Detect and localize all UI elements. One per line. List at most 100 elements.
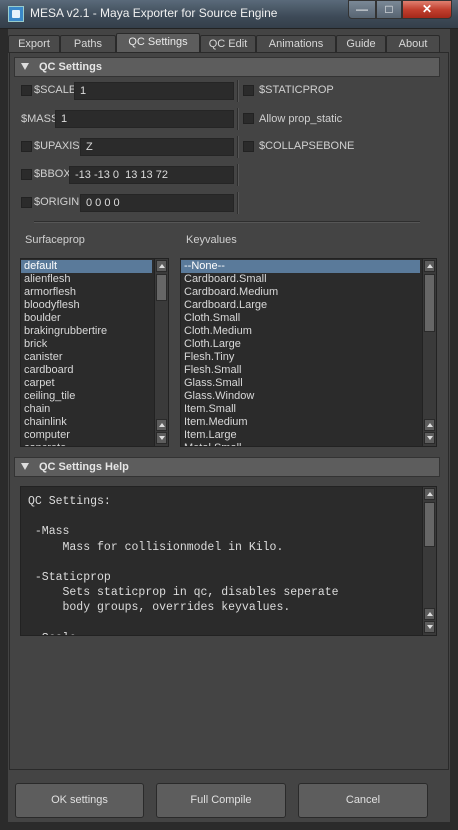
list-item[interactable]: Metal.Small (181, 442, 420, 446)
arrow-down-icon (427, 625, 433, 629)
list-item[interactable]: Cloth.Medium (181, 325, 420, 338)
list-item[interactable]: brick (21, 338, 152, 351)
ok-settings-button[interactable]: OK settings (15, 783, 144, 818)
tab-qc-settings[interactable]: QC Settings (116, 33, 200, 54)
staticprop-label: $STATICPROP (259, 84, 334, 96)
list-item[interactable]: Cardboard.Medium (181, 286, 420, 299)
list-item[interactable]: armorflesh (21, 286, 152, 299)
surfaceprop-scrollbar[interactable] (154, 259, 168, 446)
scroll-up-button[interactable] (156, 260, 167, 272)
scroll-down-button[interactable] (424, 621, 435, 633)
surfaceprop-list[interactable]: default alienflesh armorflesh bloodyflesh bo… (20, 258, 169, 447)
window-frame-right (450, 28, 458, 830)
list-item[interactable]: Glass.Window (181, 390, 420, 403)
window-title: MESA v2.1 - Maya Exporter for Source Eng… (30, 6, 278, 20)
separator (237, 136, 239, 158)
list-item[interactable]: boulder (21, 312, 152, 325)
staticprop-checkbox[interactable] (243, 85, 254, 96)
list-item[interactable]: chain (21, 403, 152, 416)
origin-field[interactable] (80, 194, 234, 212)
collapsebone-label: $COLLAPSEBONE (259, 140, 355, 152)
mass-field[interactable] (55, 110, 234, 128)
help-text-area[interactable]: QC Settings: -Mass Mass for collisionmod… (20, 486, 437, 636)
tab-animations[interactable]: Animations (256, 35, 336, 53)
qc-settings-frame-header[interactable]: QC Settings (14, 57, 440, 77)
qc-settings-help-title: QC Settings Help (39, 461, 129, 473)
tab-about[interactable]: About (386, 35, 440, 53)
scroll-down-button[interactable] (424, 432, 435, 444)
list-item[interactable]: Flesh.Small (181, 364, 420, 377)
close-icon: ✕ (421, 2, 433, 16)
allow-prop-static-checkbox[interactable] (243, 113, 254, 124)
arrow-up-icon (427, 612, 433, 616)
scroll-up-button[interactable] (424, 419, 435, 431)
list-item[interactable]: Flesh.Tiny (181, 351, 420, 364)
full-compile-button[interactable]: Full Compile (156, 783, 286, 818)
list-item[interactable]: Glass.Small (181, 377, 420, 390)
collapsebone-checkbox[interactable] (243, 141, 254, 152)
list-item[interactable]: Cloth.Large (181, 338, 420, 351)
origin-label: $ORIGIN (34, 196, 80, 208)
list-item[interactable]: Cardboard.Small (181, 273, 420, 286)
tab-paths[interactable]: Paths (60, 35, 116, 53)
list-item[interactable]: ceiling_tile (21, 390, 152, 403)
collapse-arrow-icon (21, 63, 29, 70)
maximize-button[interactable]: □ (376, 0, 402, 19)
scale-field[interactable] (74, 82, 234, 100)
window-frame-bottom (0, 822, 458, 830)
cancel-button[interactable]: Cancel (298, 783, 428, 818)
list-item[interactable]: chainlink (21, 416, 152, 429)
upaxis-checkbox[interactable] (21, 141, 32, 152)
list-item[interactable]: brakingrubbertire (21, 325, 152, 338)
arrow-up-icon (427, 492, 433, 496)
scroll-up-button[interactable] (424, 608, 435, 620)
tab-qc-edit[interactable]: QC Edit (200, 35, 256, 53)
scale-checkbox[interactable] (21, 85, 32, 96)
collapse-arrow-icon (21, 463, 29, 470)
tab-export[interactable]: Export (8, 35, 60, 53)
list-item[interactable]: carpet (21, 377, 152, 390)
tab-guide[interactable]: Guide (336, 35, 386, 53)
qc-settings-help-frame-header[interactable]: QC Settings Help (14, 457, 440, 477)
list-item[interactable]: Item.Medium (181, 416, 420, 429)
title-bar[interactable]: MESA v2.1 - Maya Exporter for Source Eng… (0, 0, 458, 29)
scroll-down-button[interactable] (156, 432, 167, 444)
list-item[interactable]: concrete (21, 442, 152, 446)
help-text: QC Settings: -Mass Mass for collisionmod… (28, 495, 339, 635)
list-item[interactable]: canister (21, 351, 152, 364)
list-item[interactable]: alienflesh (21, 273, 152, 286)
list-item[interactable]: computer (21, 429, 152, 442)
scroll-up-button[interactable] (424, 488, 435, 500)
origin-checkbox[interactable] (21, 197, 32, 208)
upaxis-label: $UPAXIS (34, 140, 80, 152)
list-item[interactable]: Cloth.Small (181, 312, 420, 325)
keyvalues-scrollbar[interactable] (422, 259, 436, 446)
scroll-thumb[interactable] (424, 502, 435, 547)
upaxis-field[interactable] (80, 138, 234, 156)
scroll-up-button[interactable] (156, 419, 167, 431)
arrow-down-icon (427, 436, 433, 440)
scroll-up-button[interactable] (424, 260, 435, 272)
bbox-checkbox[interactable] (21, 169, 32, 180)
list-item[interactable]: default (21, 260, 152, 273)
close-button[interactable]: ✕ (402, 0, 452, 19)
list-item[interactable]: Cardboard.Large (181, 299, 420, 312)
minimize-icon: — (356, 2, 368, 16)
help-scrollbar[interactable] (422, 487, 436, 635)
mass-label: $MASS (21, 113, 59, 125)
list-item[interactable]: Item.Small (181, 403, 420, 416)
scroll-thumb[interactable] (424, 274, 435, 332)
list-item[interactable]: bloodyflesh (21, 299, 152, 312)
minimize-button[interactable]: — (348, 0, 376, 19)
list-item[interactable]: cardboard (21, 364, 152, 377)
tab-bar: Export Paths QC Settings QC Edit Animati… (8, 33, 450, 54)
separator (237, 164, 239, 186)
surfaceprop-label: Surfaceprop (25, 234, 85, 246)
keyvalues-list[interactable]: --None-- Cardboard.Small Cardboard.Medium C… (180, 258, 437, 447)
scroll-thumb[interactable] (156, 274, 167, 301)
arrow-up-icon (159, 423, 165, 427)
separator (237, 108, 239, 130)
bbox-field[interactable] (69, 166, 234, 184)
list-item[interactable]: Item.Large (181, 429, 420, 442)
list-item[interactable]: --None-- (181, 260, 420, 273)
